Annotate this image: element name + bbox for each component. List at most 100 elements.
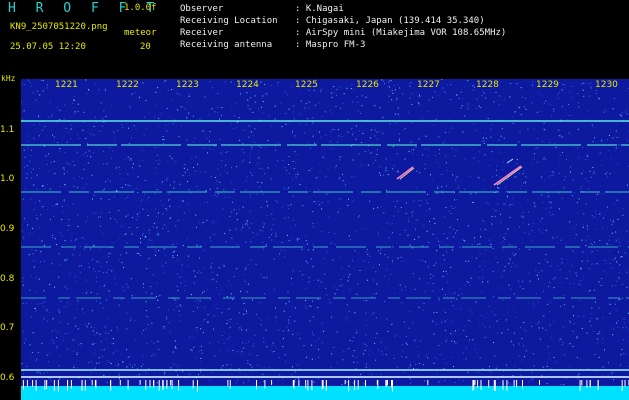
noise-pixel: [140, 241, 142, 243]
noise-pixel: [77, 300, 79, 302]
noise-pixel: [26, 177, 28, 179]
noise-pixel: [466, 79, 468, 81]
noise-pixel: [397, 170, 399, 172]
noise-pixel: [134, 320, 136, 322]
noise-pixel: [469, 309, 471, 311]
noise-pixel: [137, 176, 139, 178]
noise-pixel: [125, 184, 127, 186]
noise-pixel: [33, 260, 34, 262]
noise-pixel: [129, 143, 130, 144]
noise-pixel: [83, 238, 85, 240]
noise-pixel: [438, 240, 440, 242]
noise-pixel: [612, 328, 614, 330]
noise-pixel: [188, 337, 190, 339]
noise-pixel: [385, 354, 387, 356]
noise-pixel: [263, 337, 264, 339]
noise-pixel: [243, 153, 244, 154]
noise-pixel: [519, 368, 521, 369]
noise-pixel: [439, 149, 440, 151]
noise-pixel: [305, 260, 306, 262]
noise-pixel: [189, 335, 191, 337]
noise-pixel: [122, 286, 124, 288]
noise-pixel: [250, 171, 252, 173]
noise-pixel: [90, 371, 92, 373]
noise-pixel: [139, 248, 141, 250]
noise-pixel: [76, 187, 78, 189]
noise-pixel: [572, 346, 574, 347]
noise-pixel: [512, 375, 514, 377]
noise-pixel: [579, 359, 581, 361]
noise-pixel: [158, 212, 159, 214]
noise-pixel: [54, 173, 56, 175]
noise-pixel: [597, 318, 598, 320]
noise-pixel: [177, 365, 179, 367]
noise-pixel: [602, 270, 604, 272]
noise-pixel: [317, 307, 319, 308]
noise-pixel: [72, 203, 74, 205]
noise-pixel: [591, 244, 593, 246]
noise-pixel: [405, 335, 407, 337]
noise-pixel: [399, 138, 400, 140]
noise-pixel: [399, 284, 401, 286]
noise-pixel: [274, 118, 276, 120]
noise-pixel: [339, 107, 341, 109]
noise-pixel: [412, 211, 414, 213]
noise-pixel: [496, 174, 498, 176]
noise-pixel: [305, 300, 306, 301]
noise-pixel: [503, 237, 505, 239]
noise-pixel: [597, 333, 599, 335]
noise-pixel: [537, 301, 539, 303]
noise-pixel: [305, 235, 307, 237]
noise-pixel: [44, 126, 46, 127]
noise-pixel: [228, 280, 229, 282]
noise-pixel: [125, 252, 127, 254]
noise-pixel: [83, 155, 85, 157]
noise-pixel: [581, 239, 583, 241]
noise-pixel: [166, 319, 168, 321]
noise-pixel: [233, 115, 235, 117]
noise-pixel: [280, 249, 282, 251]
noise-pixel: [23, 236, 25, 238]
noise-pixel: [501, 276, 503, 278]
noise-pixel: [119, 378, 120, 380]
noise-pixel: [595, 210, 596, 212]
noise-pixel: [396, 99, 398, 101]
noise-pixel: [579, 281, 581, 283]
noise-pixel: [142, 208, 144, 210]
noise-pixel: [357, 102, 359, 104]
noise-pixel: [301, 250, 303, 252]
noise-pixel: [602, 217, 604, 219]
noise-pixel: [619, 240, 621, 241]
noise-pixel: [228, 131, 230, 133]
noise-pixel: [95, 116, 96, 118]
noise-pixel: [431, 320, 433, 322]
noise-pixel: [195, 214, 197, 216]
noise-pixel: [287, 205, 288, 206]
noise-pixel: [79, 137, 81, 139]
noise-pixel: [69, 116, 71, 118]
noise-pixel: [168, 193, 170, 195]
spectrogram-canvas[interactable]: [21, 79, 629, 400]
noise-pixel: [129, 355, 131, 357]
noise-pixel: [311, 330, 313, 332]
noise-pixel: [422, 364, 424, 366]
noise-pixel: [277, 142, 279, 144]
noise-pixel: [118, 259, 120, 261]
noise-pixel: [283, 186, 285, 188]
noise-pixel: [154, 116, 156, 118]
noise-pixel: [183, 167, 185, 169]
noise-pixel: [296, 238, 298, 240]
noise-pixel: [61, 206, 63, 208]
noise-pixel: [263, 112, 265, 114]
noise-pixel: [456, 230, 458, 232]
noise-pixel: [31, 324, 33, 326]
band-tick: [311, 380, 313, 391]
noise-pixel: [69, 303, 71, 305]
noise-pixel: [93, 125, 95, 127]
noise-pixel: [498, 187, 500, 189]
noise-pixel: [143, 283, 144, 285]
noise-pixel: [619, 242, 621, 243]
noise-pixel: [46, 354, 48, 356]
noise-pixel: [387, 174, 389, 176]
noise-pixel: [619, 264, 621, 266]
